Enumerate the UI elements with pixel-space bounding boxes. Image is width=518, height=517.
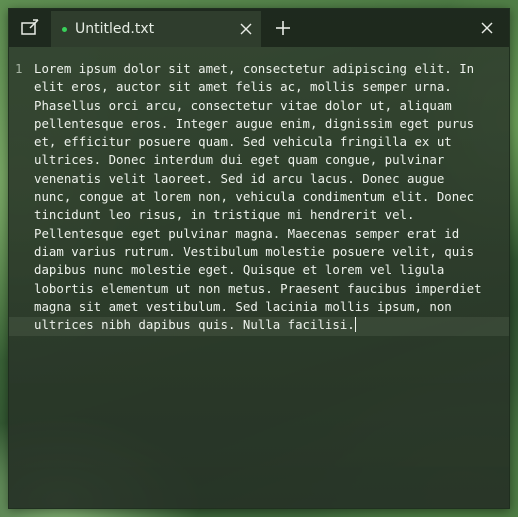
new-window-icon[interactable]: [19, 17, 41, 39]
tab-title: Untitled.txt: [75, 21, 155, 37]
tab-untitled[interactable]: Untitled.txt: [51, 11, 261, 47]
window-close-icon[interactable]: [477, 18, 497, 38]
text-line: dapibus nunc molestie eget. Quisque et l…: [34, 262, 445, 278]
editor-window: Untitled.txt 1 Lorem ipsum dolor sit ame…: [8, 8, 510, 509]
text-line: pellentesque eros. Integer augue enim, d…: [34, 115, 475, 131]
text-line: Phasellus orci arcu, consectetur vitae d…: [34, 97, 452, 113]
text-editor-area[interactable]: 1 Lorem ipsum dolor sit amet, consectetu…: [9, 47, 509, 508]
text-line: nunc, congue at lorem non, vehicula cond…: [34, 189, 475, 205]
text-line: lobortis elementum ut non metus. Praesen…: [34, 280, 482, 296]
text-line: Lorem ipsum dolor sit amet, consectetur …: [34, 61, 475, 76]
text-line: elit eros, auctor sit amet felis ac, mol…: [34, 79, 452, 95]
add-tab-icon[interactable]: [273, 18, 293, 38]
text-line: tincidunt leo risus, in tristique mi hen…: [34, 207, 415, 223]
title-bar: Untitled.txt: [9, 9, 509, 47]
text-line: et, efficitur posuere quam. Sed vehicula…: [34, 134, 452, 150]
text-line: ultrices nibh dapibus quis. Nulla facili…: [34, 317, 355, 333]
text-line: Pellentesque eget pulvinar magna. Maecen…: [34, 225, 460, 241]
text-line: magna sit amet vestibulum. Sed lacinia m…: [34, 298, 452, 314]
unsaved-indicator-icon: [62, 27, 67, 32]
text-line: diam varius rutrum. Vestibulum molestie …: [34, 243, 475, 259]
text-line: ultrices. Donec interdum dui eget quam c…: [34, 152, 445, 168]
text-line: venenatis velit laoreet. Sed id arcu lac…: [34, 170, 445, 186]
document-text[interactable]: Lorem ipsum dolor sit amet, consectetur …: [34, 60, 504, 334]
text-caret: [354, 317, 356, 333]
line-number: 1: [15, 61, 23, 76]
tab-close-icon[interactable]: [237, 20, 255, 38]
